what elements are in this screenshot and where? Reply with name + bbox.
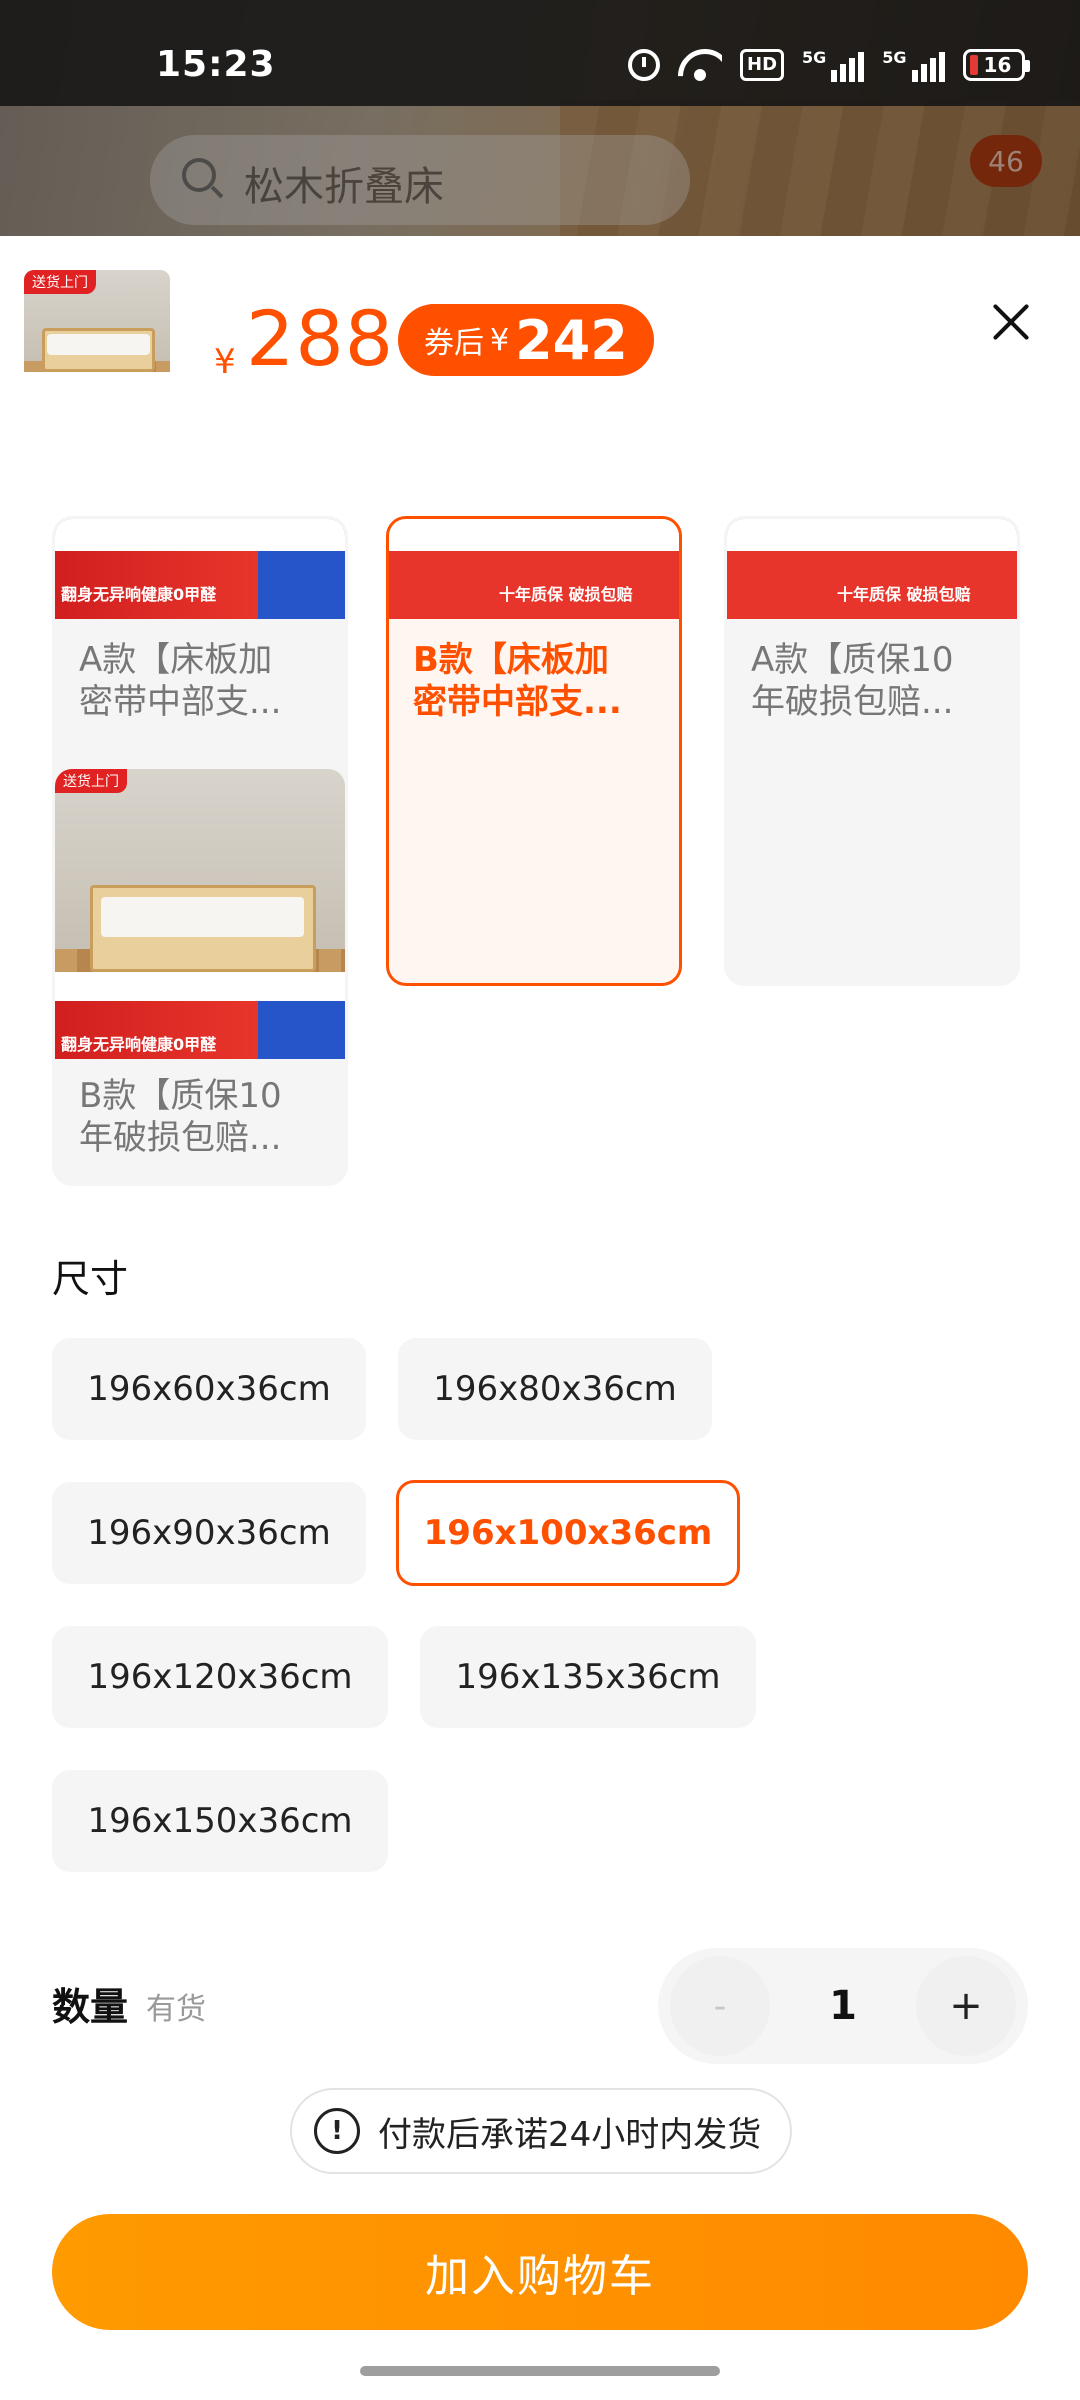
price-currency: ¥	[214, 342, 236, 382]
size-option-196x80[interactable]: 196x80x36cm	[398, 1338, 712, 1440]
sku-selector-sheet: 送货上门 ¥ 288 券后 ¥ 242 翻身无异响健康0甲醛 A款【床板加 密带…	[0, 236, 1080, 2400]
size-option-196x150[interactable]: 196x150x36cm	[52, 1770, 388, 1872]
style-label-line2: 密带中部支...	[79, 682, 282, 722]
size-option-196x60[interactable]: 196x60x36cm	[52, 1338, 366, 1440]
style-label-line2: 密带中部支...	[413, 682, 622, 722]
close-icon[interactable]	[985, 296, 1037, 348]
thumb-corner-tag: 送货上门	[24, 270, 96, 294]
home-indicator[interactable]	[360, 2366, 720, 2376]
style-option-b-reinforced[interactable]: 十年质保 破损包赔 B款【床板加 密带中部支...	[386, 516, 682, 986]
size-option-196x100[interactable]: 196x100x36cm	[396, 1480, 740, 1586]
style-label-line1: B款【质保10	[79, 1076, 282, 1116]
style-label-line2: 年破损包赔...	[751, 682, 954, 722]
style-label-line2: 年破损包赔...	[79, 1118, 282, 1158]
style-banner-text: 十年质保 破损包赔	[499, 585, 633, 604]
decrement-button[interactable]: -	[670, 1956, 770, 2056]
quantity-stepper: - 1 +	[658, 1948, 1028, 2064]
style-label-line1: B款【床板加	[413, 640, 609, 680]
network-type-label: 5G	[802, 48, 827, 67]
scroll-mask	[0, 386, 1080, 516]
style-banner-text: 翻身无异响健康0甲醛	[61, 1035, 217, 1054]
hd-voice-icon: HD	[740, 49, 785, 81]
add-to-cart-button[interactable]: 加入购物车	[52, 2214, 1028, 2330]
shipping-promise-text: 付款后承诺24小时内发货	[378, 2114, 762, 2155]
style-label-line1: A款【质保10	[751, 640, 954, 680]
coupon-price: 242	[515, 308, 628, 372]
style-label-line1: A款【床板加	[79, 640, 273, 680]
size-option-196x120[interactable]: 196x120x36cm	[52, 1626, 388, 1728]
style-corner-tag: 送货上门	[55, 769, 127, 793]
price: 288	[246, 294, 395, 383]
alarm-icon	[628, 49, 660, 81]
wifi-icon	[678, 49, 722, 81]
size-option-196x135[interactable]: 196x135x36cm	[420, 1626, 756, 1728]
style-banner-text: 翻身无异响健康0甲醛	[61, 585, 217, 604]
coupon-currency: ¥	[490, 322, 510, 358]
network-type-label-2: 5G	[882, 48, 907, 67]
info-icon: !	[314, 2108, 360, 2154]
coupon-price-badge: 券后 ¥ 242	[398, 304, 654, 376]
stock-status: 有货	[146, 1992, 206, 2027]
signal-icon-2: 5G	[882, 48, 945, 82]
quantity-value[interactable]: 1	[778, 1948, 908, 2064]
clock: 15:23	[156, 44, 276, 85]
style-option-b-warranty[interactable]: 送货上门 翻身无异响健康0甲醛 B款【质保10 年破损包赔...	[52, 766, 348, 1186]
style-banner-text: 十年质保 破损包赔	[837, 585, 971, 604]
quantity-label: 数量	[52, 1985, 129, 2029]
increment-button[interactable]: +	[916, 1956, 1016, 2056]
battery-level: 16	[983, 53, 1012, 77]
signal-icon-1: 5G	[802, 48, 865, 82]
shipping-promise: ! 付款后承诺24小时内发货	[290, 2088, 792, 2174]
style-option-a-warranty[interactable]: 十年质保 破损包赔 A款【质保10 年破损包赔...	[724, 516, 1020, 986]
coupon-label: 券后	[424, 326, 484, 361]
size-option-196x90[interactable]: 196x90x36cm	[52, 1482, 366, 1584]
size-section-title: 尺寸	[52, 1257, 129, 1301]
status-bar: 15:23 HD 5G 5G 16	[0, 0, 1080, 106]
battery-icon: 16	[962, 49, 1030, 81]
